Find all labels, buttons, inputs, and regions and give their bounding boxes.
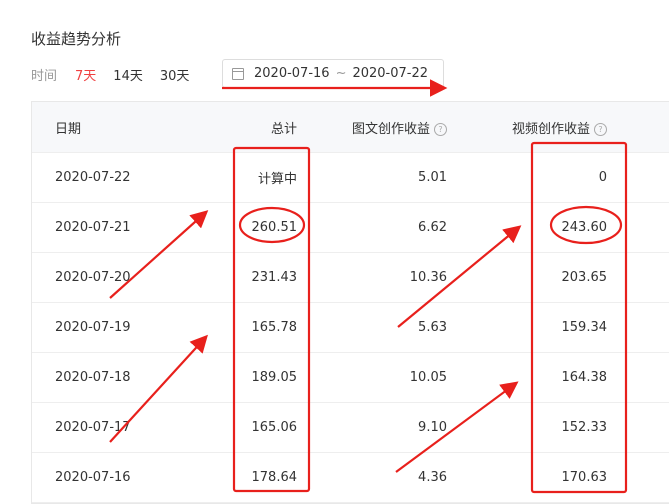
cell-total: 178.64	[251, 470, 298, 485]
table-row: 2020-07-20 231.43 10.36 203.65	[32, 253, 669, 303]
date-start: 2020-07-16	[254, 66, 330, 81]
cell-video: 170.63	[561, 470, 608, 485]
table-row: 2020-07-16 178.64 4.36 170.63	[32, 453, 669, 503]
header-image-text-label: 图文创作收益	[351, 121, 430, 137]
time-filter: 时间 7天 14天 30天	[31, 64, 206, 84]
cell-total: 189.05	[251, 370, 298, 385]
cell-total: 165.06	[251, 420, 298, 435]
header-date: 日期	[55, 121, 82, 137]
cell-total: 231.43	[251, 270, 298, 285]
header-video: 视频创作收益?	[447, 118, 607, 137]
help-icon[interactable]: ?	[434, 122, 447, 136]
earnings-table: 日期 总计 图文创作收益? 视频创作收益? 2020-07-22 计算中 5.0…	[31, 101, 669, 504]
date-range-picker[interactable]: 2020-07-16 ~ 2020-07-22	[222, 59, 444, 88]
cell-image-text: 10.05	[409, 370, 447, 385]
cell-image-text: 6.62	[418, 220, 447, 235]
page-title: 收益趋势分析	[31, 30, 122, 48]
header-image-text: 图文创作收益?	[297, 118, 447, 137]
cell-image-text: 9.10	[418, 420, 447, 435]
table-row: 2020-07-17 165.06 9.10 152.33	[32, 403, 669, 453]
cell-total: 260.51	[251, 220, 298, 235]
filter-14-days[interactable]: 14天	[113, 65, 143, 84]
help-icon[interactable]: ?	[594, 122, 607, 136]
cell-video: 164.38	[561, 370, 608, 385]
cell-date: 2020-07-16	[55, 470, 131, 485]
cell-date: 2020-07-21	[55, 220, 131, 235]
table-row: 2020-07-19 165.78 5.63 159.34	[32, 303, 669, 353]
table-header: 日期 总计 图文创作收益? 视频创作收益?	[32, 102, 669, 153]
table-row: 2020-07-21 260.51 6.62 243.60	[32, 203, 669, 253]
calendar-icon	[232, 67, 244, 80]
cell-video: 0	[598, 170, 607, 185]
cell-total: 计算中	[257, 172, 297, 187]
cell-image-text: 5.63	[418, 320, 447, 335]
filter-label: 时间	[31, 68, 58, 84]
filter-7-days[interactable]: 7天	[75, 65, 96, 84]
cell-total: 165.78	[251, 320, 298, 335]
cell-image-text: 10.36	[409, 270, 447, 285]
cell-date: 2020-07-22	[55, 170, 131, 185]
cell-video: 203.65	[561, 270, 608, 285]
cell-date: 2020-07-17	[55, 420, 131, 435]
cell-image-text: 5.01	[418, 170, 447, 185]
header-total: 总计	[270, 121, 297, 137]
cell-date: 2020-07-18	[55, 370, 131, 385]
header-video-label: 视频创作收益	[511, 121, 590, 137]
cell-video: 243.60	[561, 220, 608, 235]
cell-video: 159.34	[561, 320, 608, 335]
cell-image-text: 4.36	[418, 470, 447, 485]
cell-video: 152.33	[561, 420, 608, 435]
filter-30-days[interactable]: 30天	[160, 65, 190, 84]
table-row: 2020-07-22 计算中 5.01 0	[32, 153, 669, 203]
cell-date: 2020-07-19	[55, 320, 131, 335]
cell-date: 2020-07-20	[55, 270, 131, 285]
date-end: 2020-07-22	[352, 66, 429, 81]
table-row: 2020-07-18 189.05 10.05 164.38	[32, 353, 669, 403]
date-separator: ~	[335, 66, 347, 81]
